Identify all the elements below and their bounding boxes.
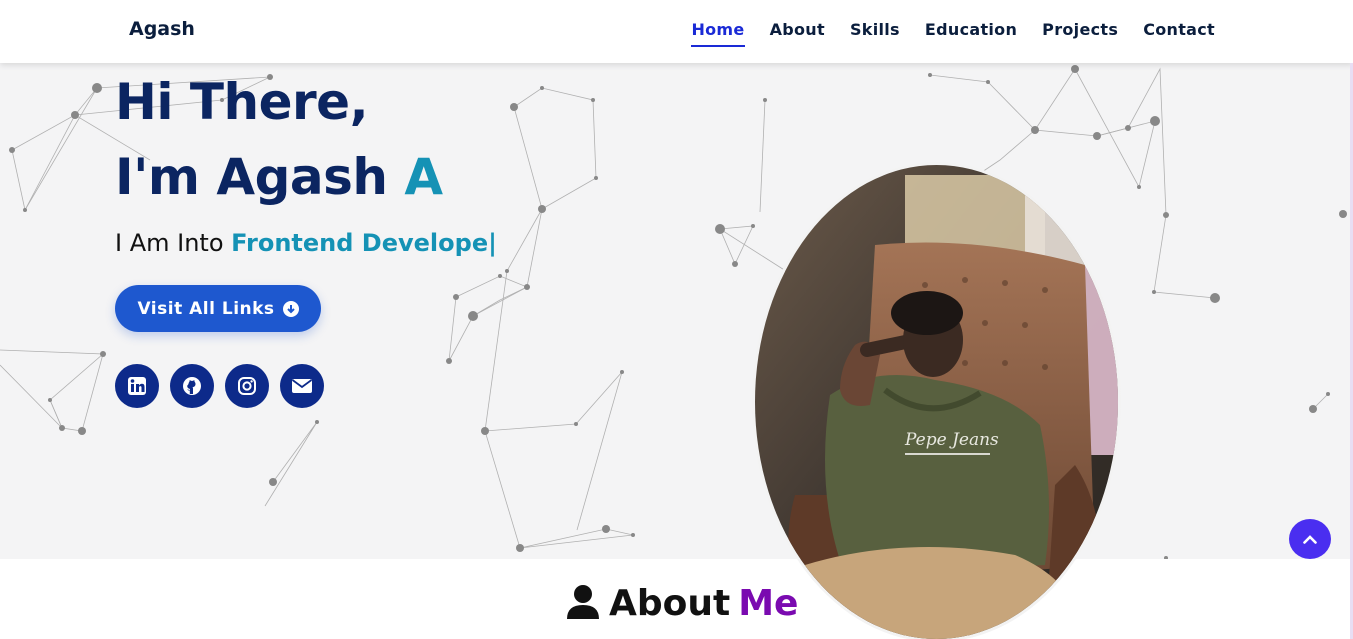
typing-role: Frontend Develope| [231, 229, 497, 257]
typing-prefix: I Am Into [115, 229, 232, 257]
instagram-icon[interactable] [225, 364, 269, 408]
site-header: Agash Home About Skills Education Projec… [0, 0, 1353, 63]
hero-name-accent: A [404, 148, 443, 206]
hero-section: Hi There, I'm Agash A I Am Into Frontend… [0, 63, 1353, 559]
hero-name-prefix: I'm Agash [115, 148, 405, 206]
hero-greeting: Hi There, [115, 73, 369, 131]
nav-home[interactable]: Home [691, 20, 745, 47]
hero-typing-text: I Am Into Frontend Develope| [115, 229, 497, 257]
linkedin-icon[interactable] [115, 364, 159, 408]
visit-all-links-button[interactable]: Visit All Links [115, 285, 321, 332]
scroll-to-top-button[interactable] [1289, 519, 1331, 559]
profile-photo: Pepe Jeans [755, 165, 1118, 639]
chevron-up-icon [1303, 535, 1317, 544]
main-nav: Home About Skills Education Projects Con… [691, 20, 1215, 47]
nav-projects[interactable]: Projects [1042, 20, 1118, 47]
envelope-icon[interactable] [280, 364, 324, 408]
nav-contact[interactable]: Contact [1143, 20, 1215, 47]
cta-label: Visit All Links [137, 298, 275, 319]
social-links [115, 364, 324, 408]
svg-text:Pepe Jeans: Pepe Jeans [904, 430, 999, 450]
nav-about[interactable]: About [770, 20, 825, 47]
github-icon[interactable] [170, 364, 214, 408]
nav-education[interactable]: Education [925, 20, 1017, 47]
about-heading: About Me [565, 583, 798, 624]
nav-skills[interactable]: Skills [850, 20, 900, 47]
hero-name: I'm Agash A [115, 150, 443, 205]
about-word: About [609, 583, 731, 624]
arrow-circle-down-icon [282, 300, 299, 317]
user-icon [565, 584, 601, 624]
brand-logo[interactable]: Agash [129, 18, 195, 40]
me-word: Me [738, 583, 799, 624]
